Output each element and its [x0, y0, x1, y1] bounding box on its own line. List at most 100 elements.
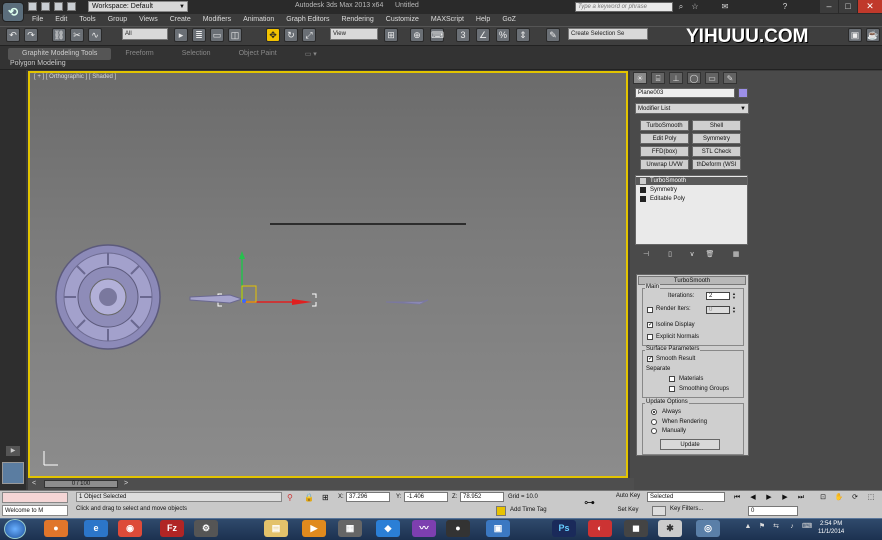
app-icon[interactable]: ✱ [658, 520, 682, 537]
previous-frame-icon[interactable]: ◀ [748, 493, 758, 502]
isoline-display-checkbox[interactable]: ✓ [647, 322, 653, 328]
tray-expand-icon[interactable]: ▲ [744, 523, 752, 531]
save-icon[interactable] [54, 2, 63, 11]
expand-icon[interactable] [640, 187, 646, 193]
y-coordinate-field[interactable]: -1.406 [404, 492, 448, 502]
selection-filter-dropdown[interactable]: All [122, 28, 168, 40]
pivot-center-icon[interactable]: ⊞ [384, 28, 398, 42]
key-selection-dropdown[interactable]: Selected [647, 492, 725, 502]
unlink-icon[interactable]: ✂ [70, 28, 84, 42]
pan-icon[interactable]: ✋ [834, 493, 844, 502]
volume-icon[interactable]: ♪ [788, 523, 796, 531]
maximize-button[interactable]: □ [839, 0, 857, 13]
select-by-name-icon[interactable]: ≣ [192, 28, 206, 42]
percent-snap-icon[interactable]: % [496, 28, 510, 42]
modifier-button-unwrap-uvw[interactable]: Unwrap UVW [640, 159, 689, 170]
subscription-icon[interactable]: ☆ [690, 2, 700, 12]
render-setup-icon[interactable]: ▣ [848, 28, 862, 42]
minimize-button[interactable]: – [820, 0, 838, 13]
when-rendering-radio[interactable] [651, 419, 657, 425]
menu-goz[interactable]: GoZ [496, 14, 522, 26]
orbit-icon[interactable]: ⟳ [850, 493, 860, 502]
undo-icon[interactable] [67, 2, 76, 11]
filezilla-icon[interactable]: Fz [160, 520, 184, 537]
maximize-viewport-icon[interactable]: ⬚ [866, 493, 876, 502]
set-key-button[interactable]: Set Key [612, 506, 644, 516]
file-explorer-icon[interactable]: ▤ [264, 520, 288, 537]
menu-rendering[interactable]: Rendering [335, 14, 379, 26]
select-object-icon[interactable]: ▸ [174, 28, 188, 42]
stack-item-editable-poly[interactable]: Editable Poly [636, 195, 747, 203]
viewport-orthographic[interactable]: [ + ] [ Orthographic ] [ Shaded ] [28, 71, 628, 478]
keyboard-icon[interactable]: ⌨ [802, 523, 812, 531]
iterations-spinner[interactable]: 2 [706, 292, 730, 300]
select-manipulate-icon[interactable]: ⊕ [410, 28, 424, 42]
communication-icon[interactable]: ✉ [720, 2, 730, 12]
firefox-icon[interactable]: ● [44, 520, 68, 537]
named-selection-dropdown[interactable]: Create Selection Se [568, 28, 648, 40]
next-frame-icon[interactable]: > [124, 479, 134, 489]
render-icon[interactable]: ☕ [866, 28, 880, 42]
play-icon[interactable]: ▶ [6, 446, 20, 456]
motion-tab-icon[interactable]: ◯ [687, 72, 701, 84]
lock-icon[interactable]: 🔒 [304, 493, 314, 502]
current-frame-field[interactable]: 0 [748, 506, 798, 516]
close-button[interactable]: ✕ [858, 0, 882, 13]
utilities-tab-icon[interactable]: ✎ [723, 72, 737, 84]
render-iters-spinner[interactable]: 0 [706, 306, 730, 314]
play-animation-icon[interactable]: ▶ [764, 493, 774, 502]
x-coordinate-field[interactable]: 37.296 [346, 492, 390, 502]
media-player-icon[interactable]: ▶ [302, 520, 326, 537]
remove-modifier-icon[interactable]: 🗑 [704, 250, 716, 260]
modifier-button-edit-poly[interactable]: Edit Poly [640, 133, 689, 144]
tab-graphite-modeling-tools[interactable]: Graphite Modeling Tools [8, 48, 112, 60]
tab-freeform[interactable]: Freeform [111, 48, 167, 60]
menu-maxscript[interactable]: MAXScript [425, 14, 470, 26]
modifier-button-ffd-box[interactable]: FFD(box) [640, 146, 689, 157]
expand-icon[interactable] [640, 196, 646, 202]
modifier-button-symmetry[interactable]: Symmetry [692, 133, 741, 144]
redo-button[interactable]: ↷ [24, 28, 38, 42]
maxscript-listener[interactable] [2, 492, 68, 503]
menu-views[interactable]: Views [133, 14, 164, 26]
app-icon[interactable]: ⚙ [194, 520, 218, 537]
welcome-field[interactable]: Welcome to M [2, 505, 68, 516]
stack-item-turbosmooth[interactable]: TurboSmooth [636, 177, 747, 185]
network-icon[interactable]: ⇆ [772, 523, 780, 531]
undo-button[interactable]: ↶ [6, 28, 20, 42]
menu-tools[interactable]: Tools [73, 14, 101, 26]
app-logo-icon[interactable]: ⟲ [2, 2, 24, 22]
maxscript-mini-listener[interactable] [2, 462, 24, 484]
lightbulb-icon[interactable] [640, 178, 646, 184]
keyboard-shortcut-icon[interactable]: ⌨ [430, 28, 444, 42]
object-color-swatch[interactable] [738, 88, 748, 98]
menu-graph-editors[interactable]: Graph Editors [280, 14, 335, 26]
menu-file[interactable]: File [26, 14, 49, 26]
system-clock[interactable]: 2:54 PM 11/1/2014 [818, 520, 844, 536]
configure-sets-icon[interactable]: ▦ [730, 250, 742, 260]
workspace-dropdown[interactable]: Workspace: Default ▼ [88, 1, 188, 12]
menu-customize[interactable]: Customize [380, 14, 425, 26]
rect-selection-icon[interactable]: ▭ [210, 28, 224, 42]
isolate-icon[interactable]: ⚲ [287, 493, 293, 502]
default-tangent-icon[interactable] [652, 506, 666, 516]
reference-coordinate-dropdown[interactable]: View [330, 28, 378, 40]
menu-create[interactable]: Create [164, 14, 197, 26]
modifier-button-turbosmooth[interactable]: TurboSmooth [640, 120, 689, 131]
show-end-result-icon[interactable]: ▯ [664, 250, 676, 260]
materials-checkbox[interactable] [669, 376, 675, 382]
time-slider[interactable]: 0 / 100 [44, 480, 118, 488]
snaps-toggle-icon[interactable]: 3 [456, 28, 470, 42]
app-icon[interactable]: ◼ [624, 520, 648, 537]
add-time-tag[interactable]: Add Time Tag [510, 507, 547, 513]
menu-group[interactable]: Group [102, 14, 133, 26]
object-name-field[interactable]: Plane003 [635, 88, 735, 98]
modifier-list-dropdown[interactable]: Modifier List ▼ [635, 103, 749, 114]
smoothing-groups-checkbox[interactable] [669, 386, 675, 392]
photoshop-icon[interactable]: Ps [552, 520, 576, 537]
key-icon[interactable]: ⊶ [584, 496, 595, 509]
menu-edit[interactable]: Edit [49, 14, 73, 26]
manually-radio[interactable] [651, 428, 657, 434]
binoculars-icon[interactable]: ⌕ [676, 2, 686, 12]
select-link-icon[interactable]: ⛓ [52, 28, 66, 42]
